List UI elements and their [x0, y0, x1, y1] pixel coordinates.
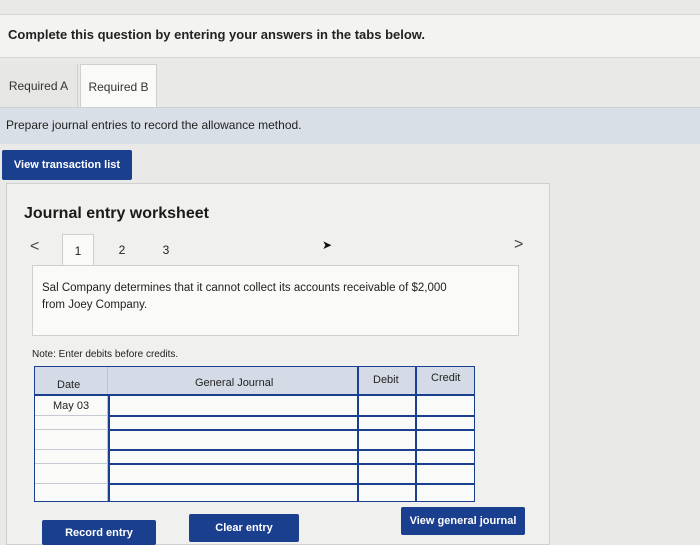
row-divider — [108, 415, 474, 417]
instruction-text: Prepare journal entries to record the al… — [6, 118, 302, 132]
instruction-bar: Prepare journal entries to record the al… — [0, 108, 700, 144]
clear-entry-button[interactable]: Clear entry — [189, 514, 299, 542]
banner-text: Complete this question by entering your … — [8, 27, 426, 42]
next-step-icon[interactable]: > — [514, 236, 523, 254]
prev-step-icon[interactable]: < — [30, 238, 39, 256]
row-divider — [108, 463, 474, 465]
date-cell[interactable]: May 03 — [53, 400, 89, 412]
row-divider — [108, 483, 474, 485]
row-divider — [108, 449, 474, 451]
worksheet-title: Journal entry worksheet — [24, 205, 209, 222]
view-general-journal-button[interactable]: View general journal — [401, 507, 525, 535]
entry-note: Note: Enter debits before credits. — [32, 349, 179, 360]
account-column-left-border — [108, 395, 110, 501]
account-column-right-border — [357, 367, 359, 501]
step-tab-2[interactable]: 2 — [106, 234, 138, 266]
date-row-divider — [35, 429, 108, 430]
journal-table-header: Date General Journal Debit Credit — [35, 367, 474, 395]
journal-table: Date General Journal Debit Credit May 03 — [34, 366, 475, 502]
tab-required-b[interactable]: Required B — [80, 64, 157, 108]
view-transaction-list-button[interactable]: View transaction list — [2, 150, 132, 180]
header-credit: Credit — [431, 372, 461, 384]
header-date: Date — [57, 379, 81, 391]
header-debit: Debit — [373, 374, 399, 386]
mouse-cursor-icon: ➤ — [322, 238, 333, 252]
row-divider — [35, 394, 474, 396]
tab-required-a[interactable]: Required A — [0, 64, 78, 108]
header-general-journal: General Journal — [195, 377, 274, 389]
step-tab-3[interactable]: 3 — [150, 234, 182, 266]
question-banner: Complete this question by entering your … — [0, 14, 700, 58]
date-row-divider — [35, 463, 108, 464]
step-tab-1[interactable]: 1 — [62, 234, 94, 266]
record-entry-button[interactable]: Record entry — [42, 520, 156, 545]
date-row-divider — [35, 449, 108, 450]
debit-column-right-border — [415, 367, 417, 501]
date-row-divider — [35, 483, 108, 484]
row-divider — [108, 429, 474, 431]
date-row-divider — [35, 415, 108, 416]
transaction-description-box: Sal Company determines that it cannot co… — [32, 265, 519, 336]
transaction-description: Sal Company determines that it cannot co… — [42, 282, 447, 311]
